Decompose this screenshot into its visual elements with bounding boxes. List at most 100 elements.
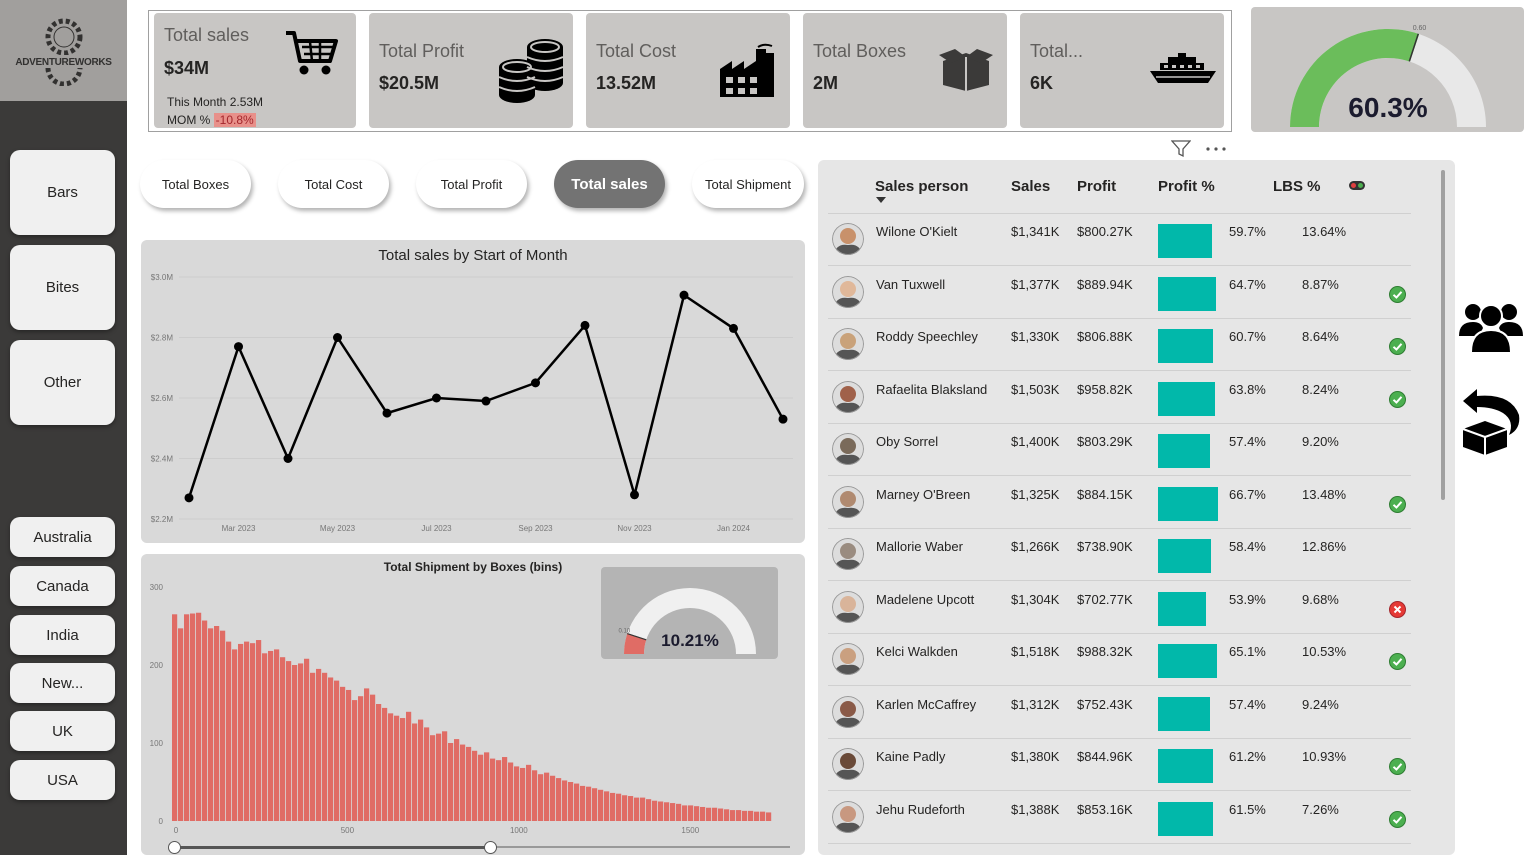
profit-gauge: 0.60 60.3% — [1290, 25, 1486, 127]
histogram-bar — [280, 657, 286, 821]
profit-value: $752.43K — [1077, 696, 1133, 712]
histogram-bar — [298, 663, 304, 821]
country-button-new[interactable]: New... — [10, 663, 115, 703]
shipment-gauge: 0.10 10.21% — [619, 588, 756, 654]
category-button-other[interactable]: Other — [10, 340, 115, 425]
sales-line — [187, 293, 785, 500]
profit-pct-value: 57.4% — [1229, 434, 1266, 449]
header-profit[interactable]: Profit — [1077, 178, 1116, 195]
country-button-usa[interactable]: USA — [10, 760, 115, 800]
histogram-bar — [274, 649, 280, 821]
profit-value: $702.77K — [1077, 591, 1133, 607]
kpi-total-sales[interactable]: Total sales $34M This Month 2.53M MOM % … — [154, 13, 356, 128]
table-row[interactable]: Mallorie Waber $1,266K $738.90K 58.4% 12.86% — [828, 529, 1411, 581]
data-point — [283, 454, 293, 463]
table-row[interactable]: Kelci Walkden $1,518K $988.32K 65.1% 10.53% — [828, 634, 1411, 686]
gauge-target-label: 0.10 — [619, 629, 631, 635]
team-icon[interactable] — [1459, 296, 1523, 352]
histogram-bar — [394, 715, 400, 821]
profit-pct-value: 65.1% — [1229, 644, 1266, 659]
category-button-bites[interactable]: Bites — [10, 245, 115, 330]
data-point — [432, 393, 441, 403]
table-row[interactable]: Roddy Speechley $1,330K $806.88K 60.7% 8.64% — [828, 319, 1411, 371]
histogram-bar — [460, 744, 466, 821]
kpi-total-cost[interactable]: Total Cost 13.52M — [586, 13, 790, 128]
kpi-label: Total Cost — [596, 41, 677, 61]
histogram-bar — [316, 668, 322, 821]
category-button-bars[interactable]: Bars — [10, 150, 115, 235]
return-box-icon[interactable] — [1459, 385, 1523, 455]
shipment-histogram-panel[interactable]: Total Shipment by Boxes (bins) 300 200 100… — [141, 554, 805, 855]
lbs-pct-value: 10.53% — [1302, 644, 1347, 659]
y-tick-label: $3.0M — [151, 273, 174, 282]
country-button-india[interactable]: India — [10, 615, 115, 655]
sales-person-table[interactable]: Sales person Sales Profit Profit % LBS %… — [818, 160, 1455, 855]
y-tick-label: $2.6M — [151, 394, 174, 403]
range-slider-end-handle[interactable] — [484, 841, 497, 854]
gear-logo-bottom-icon — [45, 68, 82, 86]
histogram-bar — [262, 653, 268, 821]
header-profit-pct[interactable]: Profit % — [1158, 178, 1215, 195]
ship-icon — [1150, 53, 1216, 83]
sales-value: $1,330K — [1011, 329, 1060, 344]
toggle-total-sales[interactable]: Total sales — [554, 160, 665, 208]
country-button-australia[interactable]: Australia — [10, 517, 115, 557]
table-row[interactable]: Madelene Upcott $1,304K $702.77K 53.9% 9.68% — [828, 582, 1411, 634]
table-scrollbar[interactable] — [1441, 170, 1445, 500]
country-button-uk[interactable]: UK — [10, 711, 115, 751]
shipment-gauge-card[interactable]: 0.10 10.21% — [601, 567, 778, 659]
toggle-total-shipment[interactable]: Total Shipment — [692, 160, 804, 208]
table-row[interactable]: Wilone O'Kielt $1,341K $800.27K 59.7% 13.64% — [828, 214, 1411, 266]
toggle-total-cost[interactable]: Total Cost — [278, 160, 389, 208]
kpi-total-shipment[interactable]: Total... 6K — [1020, 13, 1224, 128]
header-lbs-pct[interactable]: LBS % — [1273, 178, 1321, 195]
kpi-total-boxes[interactable]: Total Boxes 2M — [803, 13, 1007, 128]
toggle-total-boxes[interactable]: Total Boxes — [140, 160, 251, 208]
country-button-canada[interactable]: Canada — [10, 566, 115, 606]
kpi-label: Total Boxes — [813, 41, 907, 61]
table-row[interactable]: Rafaelita Blaksland $1,503K $958.82K 63.8% 8… — [828, 372, 1411, 424]
profit-pct-bar — [1158, 644, 1217, 678]
histogram-bar — [322, 672, 328, 821]
more-options-icon[interactable] — [1205, 145, 1227, 153]
table-row[interactable]: Jehu Rudeforth $1,388K $853.16K 61.5% 7.26% — [828, 792, 1411, 844]
sales-person-name: Jehu Rudeforth — [876, 801, 965, 817]
kpi-total-profit[interactable]: Total Profit $20.5M — [369, 13, 573, 128]
profit-value: $803.29K — [1077, 434, 1133, 449]
header-sales-person[interactable]: Sales person — [875, 178, 968, 195]
range-slider-start-handle[interactable] — [168, 841, 181, 854]
sales-person-name: Rafaelita Blaksland — [876, 381, 988, 397]
avatar — [832, 380, 864, 413]
profit-pct-value: 61.2% — [1229, 749, 1266, 764]
table-row[interactable]: Marney O'Breen $1,325K $884.15K 66.7% 13.48% — [828, 477, 1411, 529]
sales-line-chart-panel[interactable]: Total sales by Start of Month $3.0M $2.8M… — [141, 240, 805, 543]
profit-gauge-card[interactable]: 0.60 60.3% — [1251, 7, 1524, 132]
histogram-bar — [532, 770, 538, 821]
histogram-bar — [742, 810, 748, 821]
histogram-bar — [604, 791, 610, 821]
y-tick-label: $2.4M — [151, 455, 174, 464]
sort-desc-icon[interactable] — [876, 197, 886, 203]
histogram-bar — [340, 686, 346, 821]
table-row[interactable]: Kaine Padly $1,380K $844.96K 61.2% 10.93% — [828, 739, 1411, 791]
table-row[interactable]: Oby Sorrel $1,400K $803.29K 57.4% 9.20% — [828, 424, 1411, 476]
histogram-bar — [706, 807, 712, 821]
histogram-bar — [358, 696, 364, 821]
toggle-total-profit[interactable]: Total Profit — [416, 160, 527, 208]
histogram-bar — [304, 658, 310, 821]
header-sales[interactable]: Sales — [1011, 178, 1050, 195]
histogram-bar — [334, 680, 340, 821]
sales-person-name: Marney O'Breen — [876, 486, 971, 502]
histogram-bar — [232, 649, 238, 821]
profit-pct-bar — [1158, 486, 1218, 521]
table-row[interactable]: Karlen McCaffrey $1,312K $752.43K 57.4% 9.24… — [828, 687, 1411, 739]
histogram-bar — [556, 778, 562, 821]
histogram-bar — [628, 796, 634, 821]
filter-icon[interactable] — [1171, 140, 1191, 158]
histogram-bar — [508, 762, 514, 821]
histogram-bar — [544, 772, 550, 821]
sales-person-name: Mallorie Waber — [876, 539, 963, 554]
y-tick-label: $2.8M — [151, 334, 174, 343]
histogram-bar — [538, 774, 544, 821]
table-row[interactable]: Van Tuxwell $1,377K $889.94K 64.7% 8.87% — [828, 267, 1411, 319]
